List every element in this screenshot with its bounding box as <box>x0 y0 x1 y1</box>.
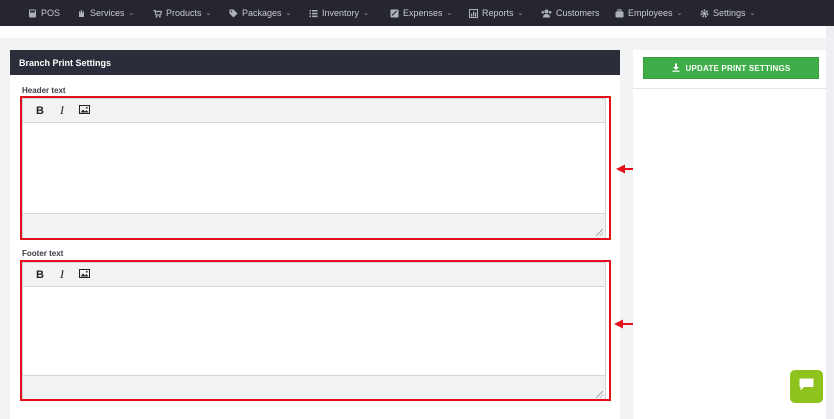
download-icon <box>672 63 680 74</box>
chevron-down-icon: ⌄ <box>205 10 212 17</box>
nav-item-pos[interactable]: POS <box>28 0 60 26</box>
nav-label: Employees <box>628 8 673 18</box>
update-button-label: UPDATE PRINT SETTINGS <box>685 63 791 73</box>
chevron-down-icon: ⌄ <box>285 10 292 17</box>
nav-label: Customers <box>556 8 600 18</box>
nav-label: Expenses <box>403 8 443 18</box>
chevron-down-icon: ⌄ <box>446 10 453 17</box>
nav-item-services[interactable]: Services ⌄ <box>77 0 134 26</box>
nav-label: Inventory <box>322 8 360 18</box>
chat-button[interactable] <box>790 370 823 403</box>
chevron-down-icon: ⌄ <box>676 10 683 17</box>
header-highlight-box <box>20 96 611 240</box>
chat-icon <box>798 377 815 397</box>
chevron-down-icon: ⌄ <box>128 10 135 17</box>
header-text-label: Header text <box>22 86 66 95</box>
nav-item-expenses[interactable]: Expenses ⌄ <box>390 0 452 26</box>
panel-title: Branch Print Settings <box>10 50 620 75</box>
chevron-down-icon: ⌄ <box>363 10 369 17</box>
update-print-settings-button[interactable]: UPDATE PRINT SETTINGS <box>643 57 819 79</box>
services-icon <box>77 9 86 18</box>
subheader-strip <box>0 26 834 38</box>
cart-icon <box>153 9 163 18</box>
users-icon <box>541 9 552 18</box>
nav-item-products[interactable]: Products ⌄ <box>153 0 211 26</box>
nav-item-employees[interactable]: Employees ⌄ <box>615 0 682 26</box>
nav-item-reports[interactable]: Reports ⌄ <box>469 0 523 26</box>
footer-highlight-box <box>20 260 611 401</box>
list-icon <box>309 9 318 18</box>
nav-item-customers[interactable]: Customers <box>541 0 600 26</box>
nav-label: POS <box>41 8 61 18</box>
footer-text-label: Footer text <box>22 249 64 258</box>
nav-label: Reports <box>482 8 514 18</box>
briefcase-icon <box>615 8 624 18</box>
divider <box>633 88 826 89</box>
nav-label: Services <box>90 8 125 18</box>
bar-chart-icon <box>469 8 478 18</box>
nav-item-settings[interactable]: Settings ⌄ <box>700 0 755 26</box>
pos-icon <box>28 9 37 18</box>
actions-column: UPDATE PRINT SETTINGS <box>633 50 826 419</box>
chevron-down-icon: ⌄ <box>749 10 756 17</box>
nav-item-inventory[interactable]: Inventory ⌄ <box>309 0 369 26</box>
nav-label: Products <box>166 8 202 18</box>
chevron-down-icon: ⌄ <box>517 10 524 17</box>
top-navbar: POS Services ⌄ Products ⌄ Packages ⌄ Inv… <box>0 0 834 26</box>
nav-label: Settings <box>713 8 746 18</box>
page-gutter <box>826 38 834 419</box>
nav-label: Packages <box>242 8 282 18</box>
gear-icon <box>700 9 709 18</box>
expenses-icon <box>390 9 399 18</box>
nav-item-packages[interactable]: Packages ⌄ <box>229 0 291 26</box>
scroll-gutter <box>826 26 834 38</box>
tag-icon <box>229 9 238 18</box>
